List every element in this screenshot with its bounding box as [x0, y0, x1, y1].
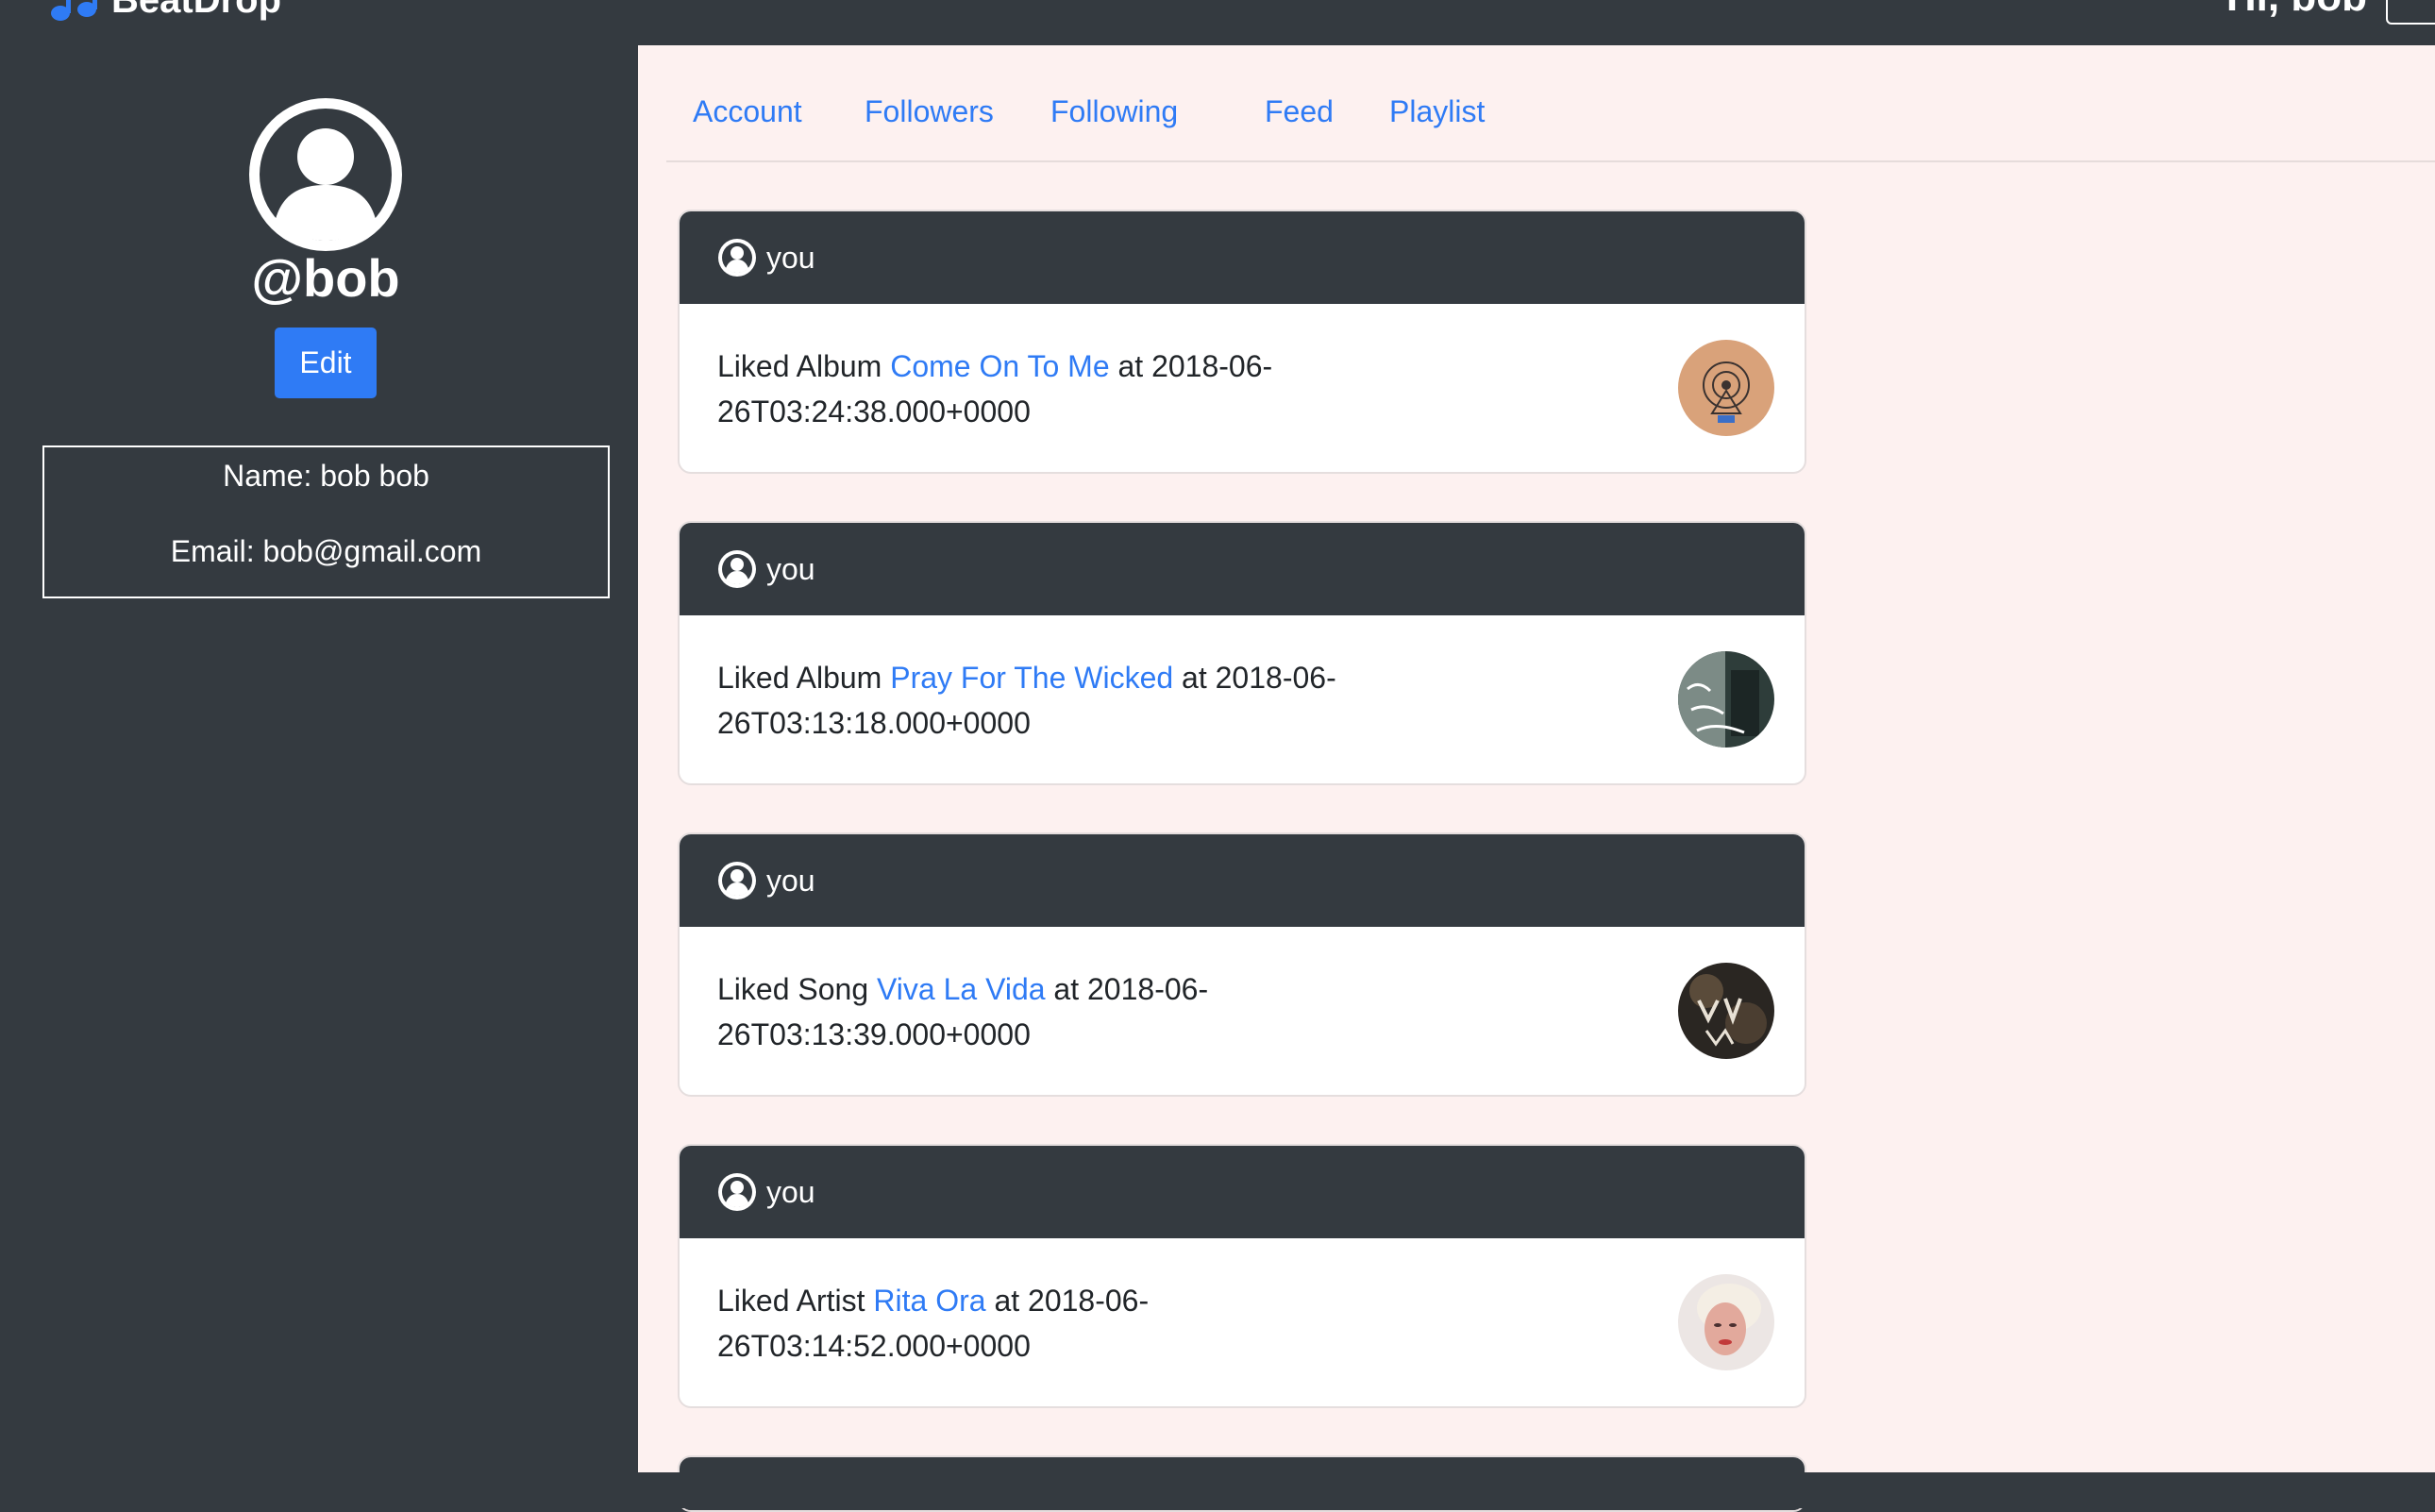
album-thumbnail[interactable] [1678, 340, 1774, 436]
brand-logo[interactable]: BeatDrop [49, 0, 281, 23]
music-note-icon [51, 0, 97, 21]
feed-card-user: you [766, 240, 815, 275]
feed-card-header: you [680, 834, 1805, 927]
user-greeting: Hi, bob [2226, 0, 2367, 21]
user-circle-icon [718, 862, 756, 899]
feed-card-user: you [766, 863, 815, 898]
album-art-icon [1678, 651, 1774, 748]
feed-card: you Liked Album Come On To Me at 2018-06… [678, 210, 1806, 474]
feed-card: you Liked Artist Rita Ora at 2018-06-26T… [678, 1144, 1806, 1408]
album-thumbnail[interactable] [1678, 651, 1774, 748]
feed-item-link[interactable]: Come On To Me [890, 349, 1109, 383]
feed-item-link[interactable]: Rita Ora [873, 1284, 985, 1318]
profile-tabs: Account Followers Following Feed Playlis… [666, 45, 2435, 162]
profile-name: Name: bob bob [223, 459, 429, 493]
profile-sidebar: @bob Edit Name: bob bob Email: bob@gmail… [0, 45, 638, 1472]
feed-item-link[interactable]: Viva La Vida [877, 972, 1046, 1006]
user-avatar-icon [249, 98, 402, 251]
album-art-icon [1678, 963, 1774, 1059]
artist-thumbnail[interactable] [1678, 1274, 1774, 1370]
feed-card-body: Liked Artist Rita Ora at 2018-06-26T03:1… [680, 1238, 1805, 1406]
tab-followers[interactable]: Followers [865, 94, 994, 129]
feed-card-user: you [766, 551, 815, 586]
user-circle-icon [718, 550, 756, 588]
feed-card-body: Liked Song Viva La Vida at 2018-06-26T03… [680, 927, 1805, 1095]
profile-info-box: Name: bob bob Email: bob@gmail.com [42, 445, 610, 598]
feed-action: Liked Artist [717, 1284, 865, 1318]
edit-profile-button[interactable]: Edit [275, 328, 377, 398]
feed-card-text: Liked Album Pray For The Wicked at 2018-… [717, 655, 1397, 746]
artist-photo-icon [1678, 1274, 1774, 1370]
feed-card: you Liked Song Viva La Vida at 2018-06-2… [678, 832, 1806, 1097]
feed-card-user: you [766, 1174, 815, 1209]
feed-card-body: Liked Album Come On To Me at 2018-06-26T… [680, 304, 1805, 472]
feed-action: Liked Album [717, 349, 882, 383]
feed-card-header: you [680, 1146, 1805, 1238]
feed-card-header: you [680, 211, 1805, 304]
song-thumbnail[interactable] [1678, 963, 1774, 1059]
navbar-menu-button[interactable] [2386, 0, 2435, 25]
main-content: Account Followers Following Feed Playlis… [638, 45, 2435, 1512]
feed-action: Liked Album [717, 661, 882, 695]
bottom-bar [0, 1472, 2435, 1508]
feed-card: you Liked Album Pray For The Wicked at 2… [678, 521, 1806, 785]
feed-card-text: Liked Album Come On To Me at 2018-06-26T… [717, 344, 1397, 434]
feed-card-text: Liked Song Viva La Vida at 2018-06-26T03… [717, 966, 1397, 1057]
feed-action: Liked Song [717, 972, 869, 1006]
tab-account[interactable]: Account [693, 94, 802, 129]
tab-feed[interactable]: Feed [1265, 94, 1334, 129]
top-navbar: BeatDrop Hi, bob [0, 0, 2435, 45]
tab-playlist[interactable]: Playlist [1389, 94, 1485, 129]
profile-handle: @bob [251, 248, 400, 308]
tab-following[interactable]: Following [1050, 94, 1178, 129]
user-circle-icon [718, 239, 756, 277]
profile-email: Email: bob@gmail.com [170, 534, 482, 568]
feed-item-link[interactable]: Pray For The Wicked [890, 661, 1173, 695]
user-circle-icon [718, 1173, 756, 1211]
feed-card-header: you [680, 523, 1805, 615]
feed-card-text: Liked Artist Rita Ora at 2018-06-26T03:1… [717, 1278, 1397, 1369]
feed-card-body: Liked Album Pray For The Wicked at 2018-… [680, 615, 1805, 783]
album-art-icon [1678, 340, 1774, 436]
brand-name: BeatDrop [111, 0, 281, 22]
